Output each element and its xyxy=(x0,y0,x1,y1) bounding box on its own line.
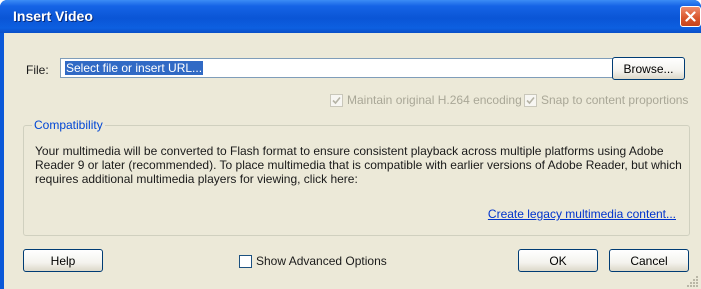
close-button[interactable] xyxy=(680,6,701,27)
show-advanced-checkbox[interactable] xyxy=(239,254,252,268)
browse-button[interactable]: Browse... xyxy=(612,57,685,80)
checkmark-icon xyxy=(332,96,341,104)
create-legacy-content-link[interactable]: Create legacy multimedia content... xyxy=(488,207,676,221)
dialog-body: File: Select file or insert URL... Brows… xyxy=(4,33,701,289)
insert-video-dialog: Insert Video File: Select file or insert… xyxy=(0,0,701,289)
file-label: File: xyxy=(26,63,49,77)
help-button[interactable]: Help xyxy=(23,249,103,272)
file-input-value: Select file or insert URL... xyxy=(65,61,204,75)
checkmark-icon xyxy=(526,96,535,104)
snap-proportions-option[interactable]: Snap to content proportions xyxy=(524,93,688,107)
close-icon xyxy=(685,11,696,22)
maintain-encoding-label: Maintain original H.264 encoding xyxy=(347,93,522,107)
maintain-encoding-checkbox[interactable] xyxy=(330,93,343,107)
file-input[interactable]: Select file or insert URL... xyxy=(60,58,630,78)
snap-proportions-label: Snap to content proportions xyxy=(541,93,689,107)
window-title: Insert Video xyxy=(13,8,93,24)
ok-button[interactable]: OK xyxy=(518,249,598,272)
show-advanced-label: Show Advanced Options xyxy=(256,254,387,268)
snap-proportions-checkbox[interactable] xyxy=(524,93,537,107)
compatibility-description: Your multimedia will be converted to Fla… xyxy=(35,144,682,186)
compatibility-group: Compatibility Your multimedia will be co… xyxy=(23,118,690,236)
compatibility-title: Compatibility xyxy=(32,118,105,132)
show-advanced-option[interactable]: Show Advanced Options xyxy=(239,254,387,268)
resize-grip-icon[interactable] xyxy=(687,275,699,287)
maintain-encoding-option[interactable]: Maintain original H.264 encoding xyxy=(330,93,522,107)
title-bar[interactable]: Insert Video xyxy=(0,0,701,33)
cancel-button[interactable]: Cancel xyxy=(609,249,689,272)
